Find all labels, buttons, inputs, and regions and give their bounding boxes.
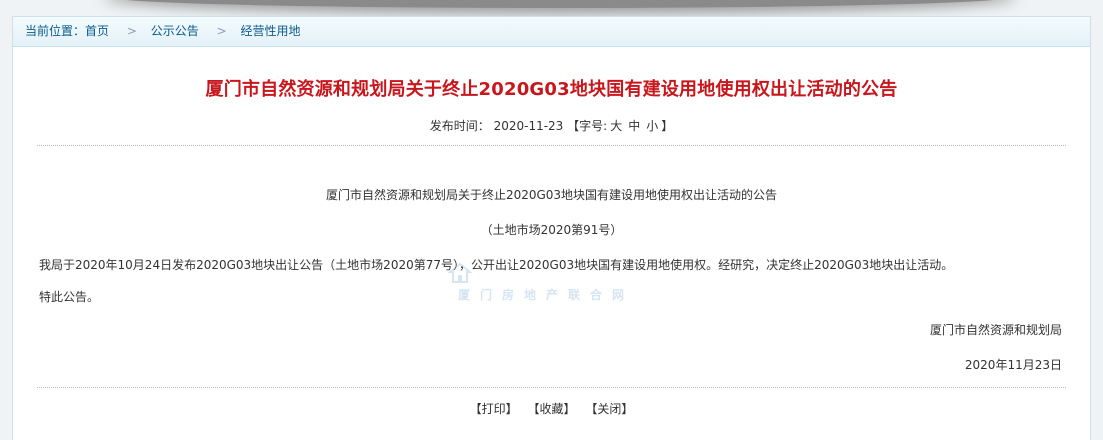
publish-label: 发布时间： — [429, 119, 490, 133]
doc-title: 厦门市自然资源和规划局关于终止2020G03地块国有建设用地使用权出让活动的公告 — [325, 188, 778, 202]
font-size-label: 【字号: — [567, 119, 608, 133]
font-size-medium-button[interactable]: 中 — [628, 119, 640, 133]
page-title: 厦门市自然资源和规划局关于终止2020G03地块国有建设用地使用权出让活动的公告 — [205, 79, 898, 100]
breadcrumb-home[interactable]: 首页 — [85, 17, 109, 46]
font-size-close: 】 — [661, 119, 674, 133]
top-shadow — [110, 0, 1010, 8]
breadcrumb-prefix: 当前位置： — [25, 24, 86, 38]
breadcrumb-commercial-land[interactable]: 经营性用地 — [240, 17, 300, 46]
font-size-small-button[interactable]: 小 — [646, 119, 658, 133]
sign-date: 2020年11月23日 — [964, 358, 1062, 372]
publish-date: 2020-11-23 — [493, 119, 564, 133]
print-button[interactable]: 【打印】 — [470, 402, 518, 416]
close-button[interactable]: 【关闭】 — [585, 402, 633, 416]
paragraph-closing: 特此公告。 — [39, 290, 100, 304]
paragraph: 我局于2020年10月24日发布2020G03地块出让公告（土地市场2020第7… — [39, 258, 954, 272]
signature: 厦门市自然资源和规划局 — [929, 323, 1062, 337]
divider — [37, 387, 1066, 388]
chevron-right-icon: > — [216, 24, 227, 38]
font-size-large-button[interactable]: 大 — [610, 119, 622, 133]
breadcrumb-notices[interactable]: 公示公告 — [151, 17, 199, 46]
article-meta: 发布时间： 2020-11-23 【字号: 大中小】 — [13, 117, 1090, 134]
divider — [37, 145, 1066, 146]
article-body: 厦门市自然资源和规划局关于终止2020G03地块国有建设用地使用权出让活动的公告… — [13, 186, 1090, 373]
favorite-button[interactable]: 【收藏】 — [527, 402, 575, 416]
chevron-right-icon: > — [126, 24, 137, 38]
article-actions: 【打印】 【收藏】 【关闭】 — [13, 400, 1090, 417]
content-panel: 当前位置：首页 > 公示公告 > 经营性用地 厦门市自然资源和规划局关于终止20… — [12, 16, 1091, 440]
doc-number: （土地市场2020第91号） — [480, 223, 623, 237]
breadcrumb: 当前位置：首页 > 公示公告 > 经营性用地 — [13, 17, 1090, 47]
